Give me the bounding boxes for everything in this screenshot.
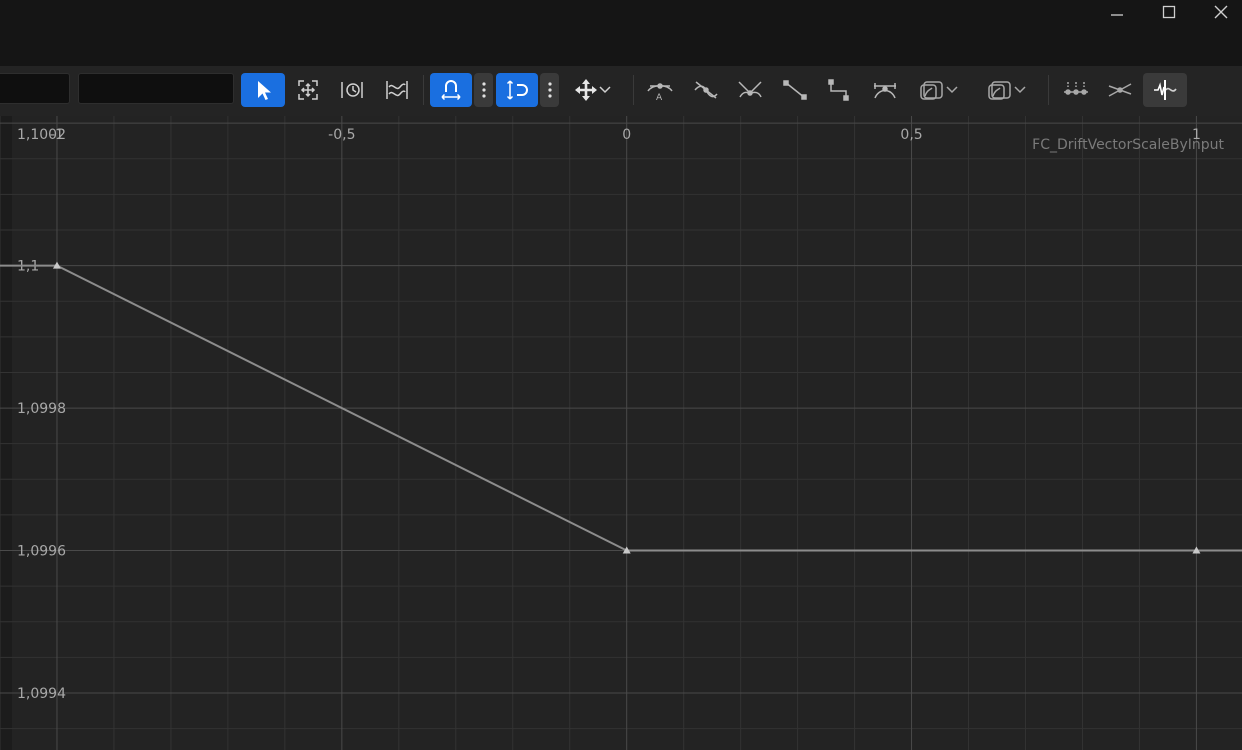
more-options-icon xyxy=(547,82,552,98)
snap-vertical-icon xyxy=(506,80,528,100)
curve-filter-button[interactable] xyxy=(1143,73,1187,107)
select-arrow-icon xyxy=(258,81,271,100)
graph-left-gutter xyxy=(0,116,12,750)
pre-infinity-icon xyxy=(920,81,943,100)
x-tick-label: 0 xyxy=(622,127,631,143)
y-tick-label: 1,1002 xyxy=(17,127,66,143)
flatten-button[interactable] xyxy=(1056,73,1096,107)
close-button[interactable] xyxy=(1194,0,1242,24)
y-tick-label: 1,0994 xyxy=(17,686,66,702)
maximize-icon xyxy=(1162,5,1176,19)
straighten-icon xyxy=(1108,83,1132,97)
normalize-button[interactable] xyxy=(377,73,417,107)
curve-graph[interactable]: -1 -0,5 0 0,5 1 1,10021,11,09981,09961,0994 … xyxy=(0,116,1242,750)
svg-text:A: A xyxy=(656,93,663,102)
post-infinity-icon xyxy=(988,81,1011,100)
more-options-icon xyxy=(481,82,486,98)
close-icon xyxy=(1214,5,1228,19)
x-tick-label: 0,5 xyxy=(900,127,922,143)
move-icon xyxy=(575,79,597,101)
toolbar-separator xyxy=(633,75,634,105)
curve-editor-toolbar: A xyxy=(0,66,1242,116)
vertical-snap-options-button[interactable] xyxy=(540,73,559,107)
toolbar-separator xyxy=(423,75,424,105)
snap-options-button[interactable] xyxy=(474,73,493,107)
tangent-user-button[interactable] xyxy=(686,73,726,107)
tangent-constant-button[interactable] xyxy=(820,73,860,107)
chevron-down-icon xyxy=(1014,86,1026,94)
minimize-button[interactable] xyxy=(1090,0,1144,24)
tangent-weighted-icon xyxy=(874,83,896,99)
minimize-icon xyxy=(1111,14,1123,16)
title-bar xyxy=(0,0,1242,66)
search-field[interactable] xyxy=(78,73,234,104)
y-tick-label: 1,0998 xyxy=(17,401,66,417)
y-tick-label: 1,1 xyxy=(17,259,39,275)
transform-mode-dropdown[interactable] xyxy=(566,73,618,107)
x-tick-label: -0,5 xyxy=(328,127,355,143)
left-input-field[interactable] xyxy=(0,73,70,104)
tangent-user-icon xyxy=(694,81,718,99)
toolbar-separator xyxy=(1048,75,1049,105)
normalize-icon xyxy=(386,81,408,99)
tangent-weighted-button[interactable] xyxy=(865,73,905,107)
tangent-linear-icon xyxy=(783,80,807,100)
snap-button[interactable] xyxy=(430,73,472,107)
tangent-break-icon xyxy=(738,81,762,98)
pre-infinity-dropdown[interactable] xyxy=(912,73,964,107)
straighten-button[interactable] xyxy=(1100,73,1140,107)
post-infinity-dropdown[interactable] xyxy=(980,73,1032,107)
curve-filter-icon xyxy=(1154,80,1177,100)
y-tick-label: 1,0996 xyxy=(17,544,66,560)
tangent-constant-icon xyxy=(828,79,849,101)
tangent-auto-button[interactable]: A xyxy=(640,73,680,107)
frame-icon xyxy=(298,80,318,100)
tangent-auto-icon: A xyxy=(647,83,673,102)
flatten-icon xyxy=(1064,82,1088,95)
graph-background xyxy=(0,116,1242,750)
curve-name-label: FC_DriftVectorScaleByInput xyxy=(1032,137,1224,153)
retime-button[interactable] xyxy=(332,73,372,107)
frame-button[interactable] xyxy=(288,73,328,107)
chevron-down-icon xyxy=(599,86,611,94)
select-tool-button[interactable] xyxy=(241,73,285,107)
retime-icon xyxy=(341,82,363,98)
chevron-down-icon xyxy=(946,86,958,94)
snap-magnet-icon xyxy=(441,80,461,101)
tangent-linear-button[interactable] xyxy=(775,73,815,107)
vertical-snap-button[interactable] xyxy=(496,73,538,107)
maximize-button[interactable] xyxy=(1142,0,1196,24)
tangent-break-button[interactable] xyxy=(730,73,770,107)
